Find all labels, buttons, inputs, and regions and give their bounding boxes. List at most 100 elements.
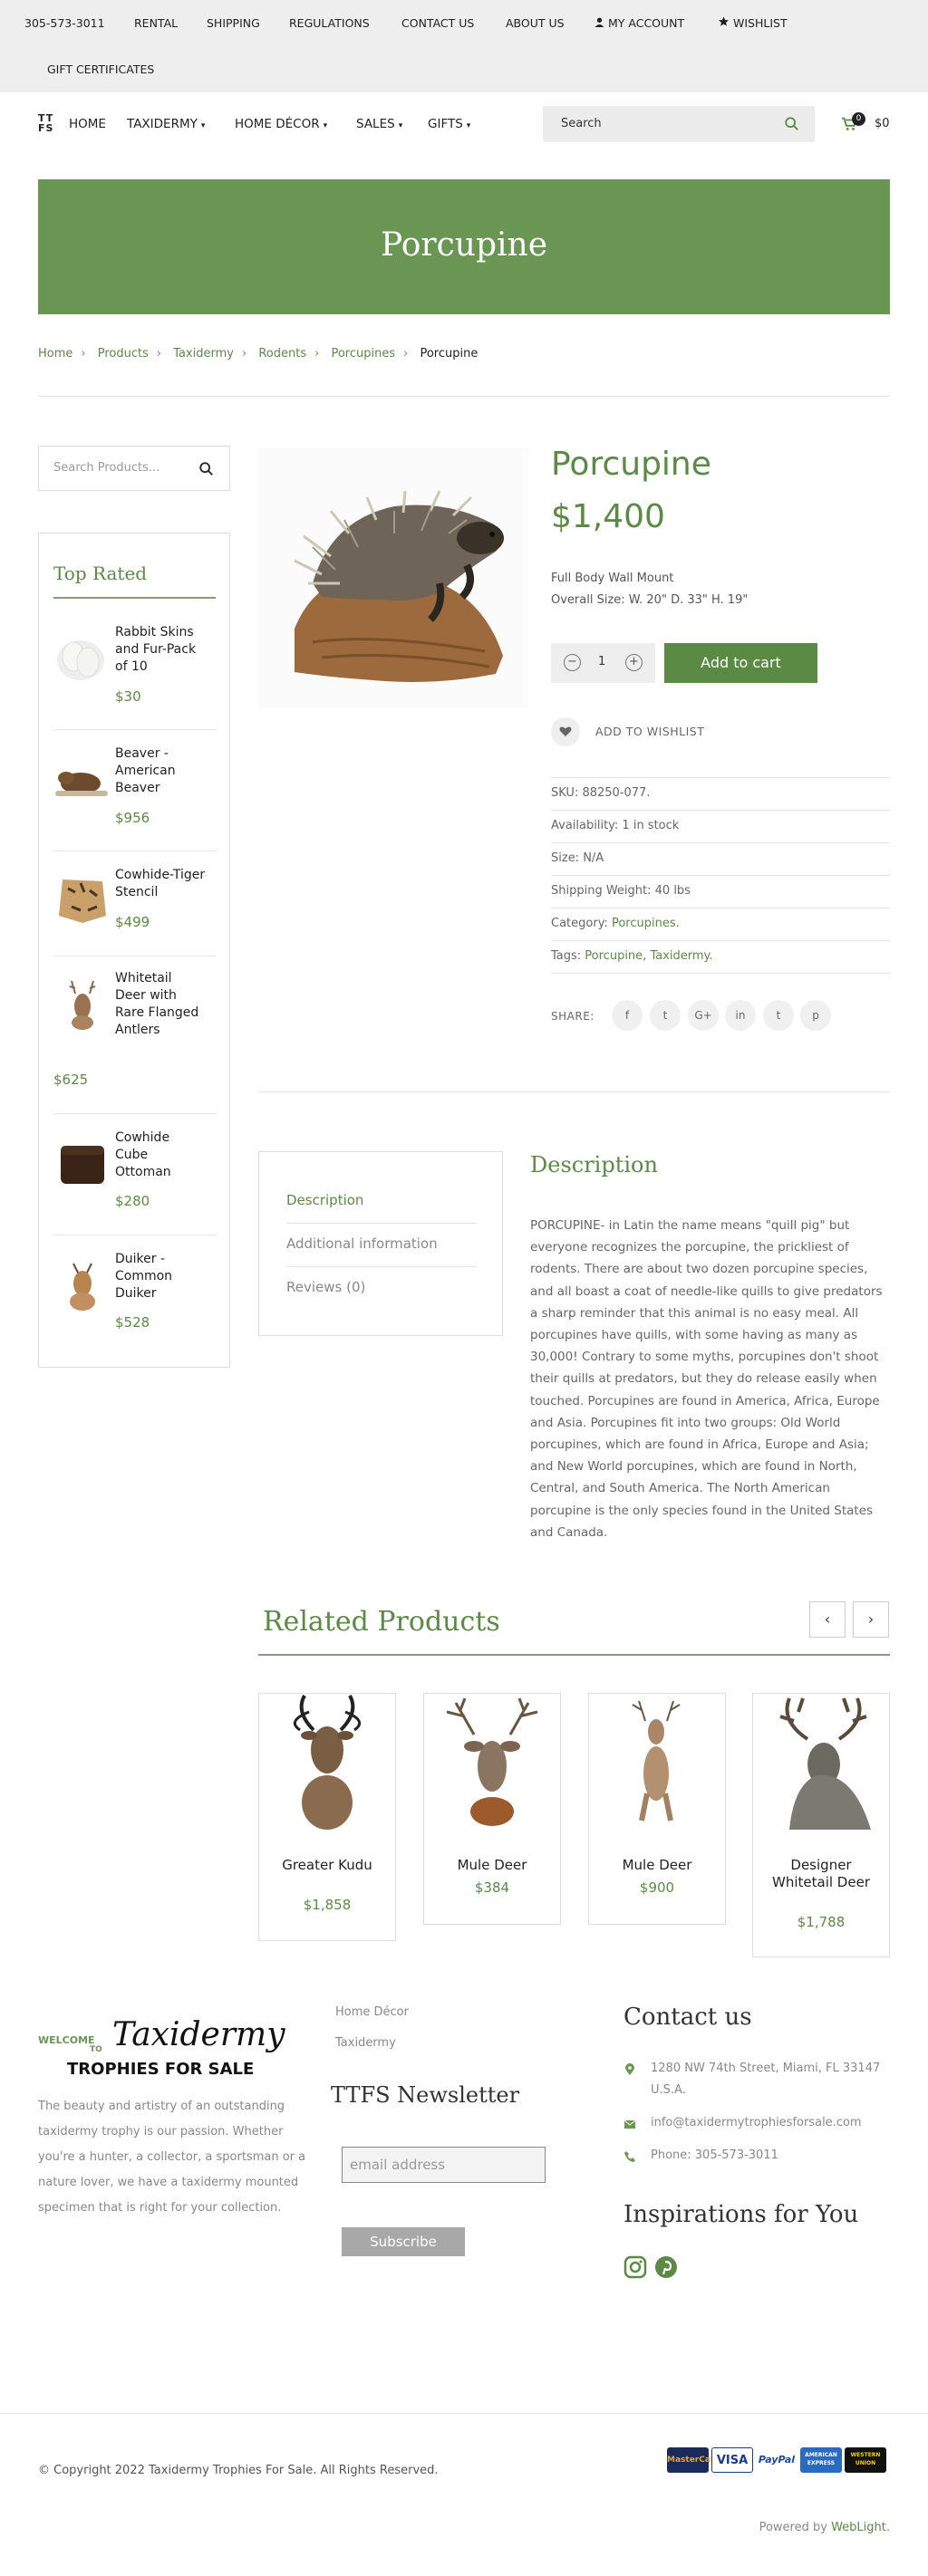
inspirations-title: Inspirations for You bbox=[624, 2201, 859, 2228]
topbar-link-regulations[interactable]: REGULATIONS bbox=[289, 16, 370, 30]
related-products-title: Related Products bbox=[263, 1606, 500, 1638]
linkedin-icon[interactable]: in bbox=[725, 1000, 756, 1031]
nav-taxidermy[interactable]: TAXIDERMY ▾ bbox=[127, 117, 205, 131]
related-product-card[interactable]: Mule Deer $384 bbox=[423, 1693, 561, 1925]
wishlist-label: WISHLIST bbox=[733, 16, 788, 30]
product-thumbnail[interactable] bbox=[53, 751, 111, 809]
top-rated-item-name[interactable]: Rabbit Skins and Fur-Pack of 10 bbox=[115, 624, 206, 676]
product-availability: Availability: 1 in stock bbox=[551, 819, 680, 832]
nav-home-decor[interactable]: HOME DÉCOR ▾ bbox=[235, 117, 327, 131]
product-image[interactable] bbox=[258, 447, 528, 707]
breadcrumb-home[interactable]: Home bbox=[38, 347, 72, 360]
add-to-wishlist-link[interactable]: ADD TO WISHLIST bbox=[595, 725, 704, 738]
product-thumbnail[interactable] bbox=[53, 976, 111, 1033]
topbar-link-contact[interactable]: CONTACT US bbox=[401, 16, 474, 30]
gift-certificates-link[interactable]: GIFT CERTIFICATES bbox=[47, 62, 154, 76]
tab-description[interactable]: Description bbox=[286, 1192, 363, 1208]
footer-logo[interactable]: WELCOME TO Taxidermy TROPHIES FOR SALE bbox=[38, 2016, 310, 2080]
newsletter-email-input[interactable]: email address bbox=[342, 2147, 546, 2183]
my-account-link[interactable]: MY ACCOUNT bbox=[594, 16, 684, 30]
topbar-phone[interactable]: 305-573-3011 bbox=[24, 16, 105, 30]
breadcrumb-taxidermy[interactable]: Taxidermy bbox=[173, 347, 234, 360]
related-product-name[interactable]: Mule Deer bbox=[589, 1857, 725, 1874]
add-to-cart-button[interactable]: Add to cart bbox=[664, 643, 817, 683]
product-thumbnail[interactable] bbox=[53, 630, 111, 687]
related-product-card[interactable]: Greater Kudu $1,858 bbox=[258, 1693, 396, 1941]
site-logo[interactable]: TT FS bbox=[38, 113, 60, 135]
product-thumbnail[interactable] bbox=[53, 1256, 111, 1314]
related-product-name[interactable]: Designer Whitetail Deer bbox=[771, 1857, 871, 1891]
footer-link-home-decor[interactable]: Home Décor bbox=[335, 2005, 409, 2019]
tag-link[interactable]: Taxidermy. bbox=[650, 949, 712, 963]
related-product-card[interactable]: Mule Deer $900 bbox=[588, 1693, 726, 1925]
breadcrumb-products[interactable]: Products bbox=[98, 347, 149, 360]
product-thumbnail[interactable] bbox=[53, 870, 111, 928]
product-category: Category: Porcupines. bbox=[551, 917, 680, 930]
product-thumbnail[interactable] bbox=[424, 1694, 560, 1831]
my-account-label: MY ACCOUNT bbox=[608, 16, 685, 30]
contact-email[interactable]: info@taxidermytrophiesforsale.com bbox=[651, 2112, 862, 2134]
breadcrumb-rodents[interactable]: Rodents bbox=[258, 347, 306, 360]
visa-icon: VISA bbox=[711, 2447, 753, 2473]
top-rated-widget: Top Rated Rabbit Skins and Fur-Pack of 1… bbox=[38, 533, 230, 1368]
pinterest-icon[interactable] bbox=[654, 2255, 678, 2279]
pinterest-icon[interactable]: p bbox=[800, 1000, 831, 1031]
topbar-link-about[interactable]: ABOUT US bbox=[506, 16, 565, 30]
nav-home[interactable]: HOME bbox=[69, 117, 106, 131]
twitter-icon[interactable]: t bbox=[650, 1000, 681, 1031]
category-link[interactable]: Porcupines. bbox=[612, 917, 680, 930]
related-product-name[interactable]: Greater Kudu bbox=[259, 1857, 395, 1874]
nav-sales[interactable]: SALES ▾ bbox=[356, 117, 402, 131]
tab-additional-information[interactable]: Additional information bbox=[286, 1235, 438, 1252]
search-icon[interactable] bbox=[198, 461, 215, 477]
plus-icon[interactable]: + bbox=[625, 654, 643, 671]
google-plus-icon[interactable]: G+ bbox=[688, 1000, 719, 1031]
top-rated-item-price: $956 bbox=[115, 810, 150, 826]
divider bbox=[286, 1266, 477, 1267]
top-rated-item-name[interactable]: Whitetail Deer with Rare Flanged Antlers bbox=[115, 970, 206, 1039]
product-thumbnail[interactable] bbox=[53, 1135, 111, 1193]
chevron-right-icon[interactable]: › bbox=[853, 1601, 889, 1638]
title-underline bbox=[258, 1654, 890, 1656]
product-title: Porcupine bbox=[551, 446, 711, 483]
product-thumbnail[interactable] bbox=[589, 1694, 725, 1831]
chevron-down-icon: ▾ bbox=[323, 121, 328, 130]
facebook-icon[interactable]: f bbox=[612, 1000, 643, 1031]
nav-home-decor-label: HOME DÉCOR bbox=[235, 117, 320, 131]
topbar-link-rental[interactable]: RENTAL bbox=[134, 16, 178, 30]
logo-welcome: WELCOME bbox=[38, 2034, 95, 2046]
nav-gifts[interactable]: GIFTS ▾ bbox=[428, 117, 470, 131]
tumblr-icon[interactable]: t bbox=[763, 1000, 794, 1031]
search-icon[interactable] bbox=[784, 116, 800, 132]
tab-reviews[interactable]: Reviews (0) bbox=[286, 1279, 365, 1295]
category-label: Category: bbox=[551, 917, 612, 930]
topbar-link-shipping[interactable]: SHIPPING bbox=[207, 16, 260, 30]
powered-by-link[interactable]: WebLight. bbox=[831, 2521, 890, 2534]
minus-icon[interactable]: − bbox=[564, 654, 581, 671]
product-sku: SKU: 88250-077. bbox=[551, 786, 651, 800]
product-thumbnail[interactable] bbox=[259, 1694, 395, 1831]
product-thumbnail[interactable] bbox=[753, 1694, 889, 1831]
chevron-left-icon[interactable]: ‹ bbox=[809, 1601, 846, 1638]
quantity-stepper[interactable]: − 1 + bbox=[551, 643, 655, 683]
top-rated-item-name[interactable]: Duiker - Common Duiker bbox=[115, 1251, 206, 1302]
top-rated-item-name[interactable]: Cowhide Cube Ottoman bbox=[115, 1129, 206, 1181]
cart-total[interactable]: $0 bbox=[875, 117, 890, 130]
footer-link-taxidermy[interactable]: Taxidermy bbox=[335, 2036, 396, 2050]
quantity-value[interactable]: 1 bbox=[598, 655, 605, 668]
sidebar-search-input[interactable]: Search Products... bbox=[38, 446, 230, 491]
breadcrumb-porcupines[interactable]: Porcupines bbox=[331, 347, 395, 360]
nav-taxidermy-label: TAXIDERMY bbox=[127, 117, 198, 131]
related-product-card[interactable]: Designer Whitetail Deer $1,788 bbox=[752, 1693, 890, 1957]
subscribe-button[interactable]: Subscribe bbox=[342, 2227, 465, 2256]
wishlist-link[interactable]: WISHLIST bbox=[718, 16, 788, 30]
tag-link[interactable]: Porcupine bbox=[585, 949, 643, 963]
chevron-right-icon: › bbox=[403, 347, 409, 360]
header-search-input[interactable]: Search bbox=[543, 106, 815, 142]
instagram-icon[interactable] bbox=[624, 2255, 647, 2279]
top-rated-item-name[interactable]: Cowhide-Tiger Stencil bbox=[115, 867, 206, 901]
top-rated-item-name[interactable]: Beaver - American Beaver bbox=[115, 745, 206, 797]
divider bbox=[551, 842, 890, 843]
related-product-name[interactable]: Mule Deer bbox=[424, 1857, 560, 1874]
heart-icon[interactable] bbox=[551, 717, 580, 746]
